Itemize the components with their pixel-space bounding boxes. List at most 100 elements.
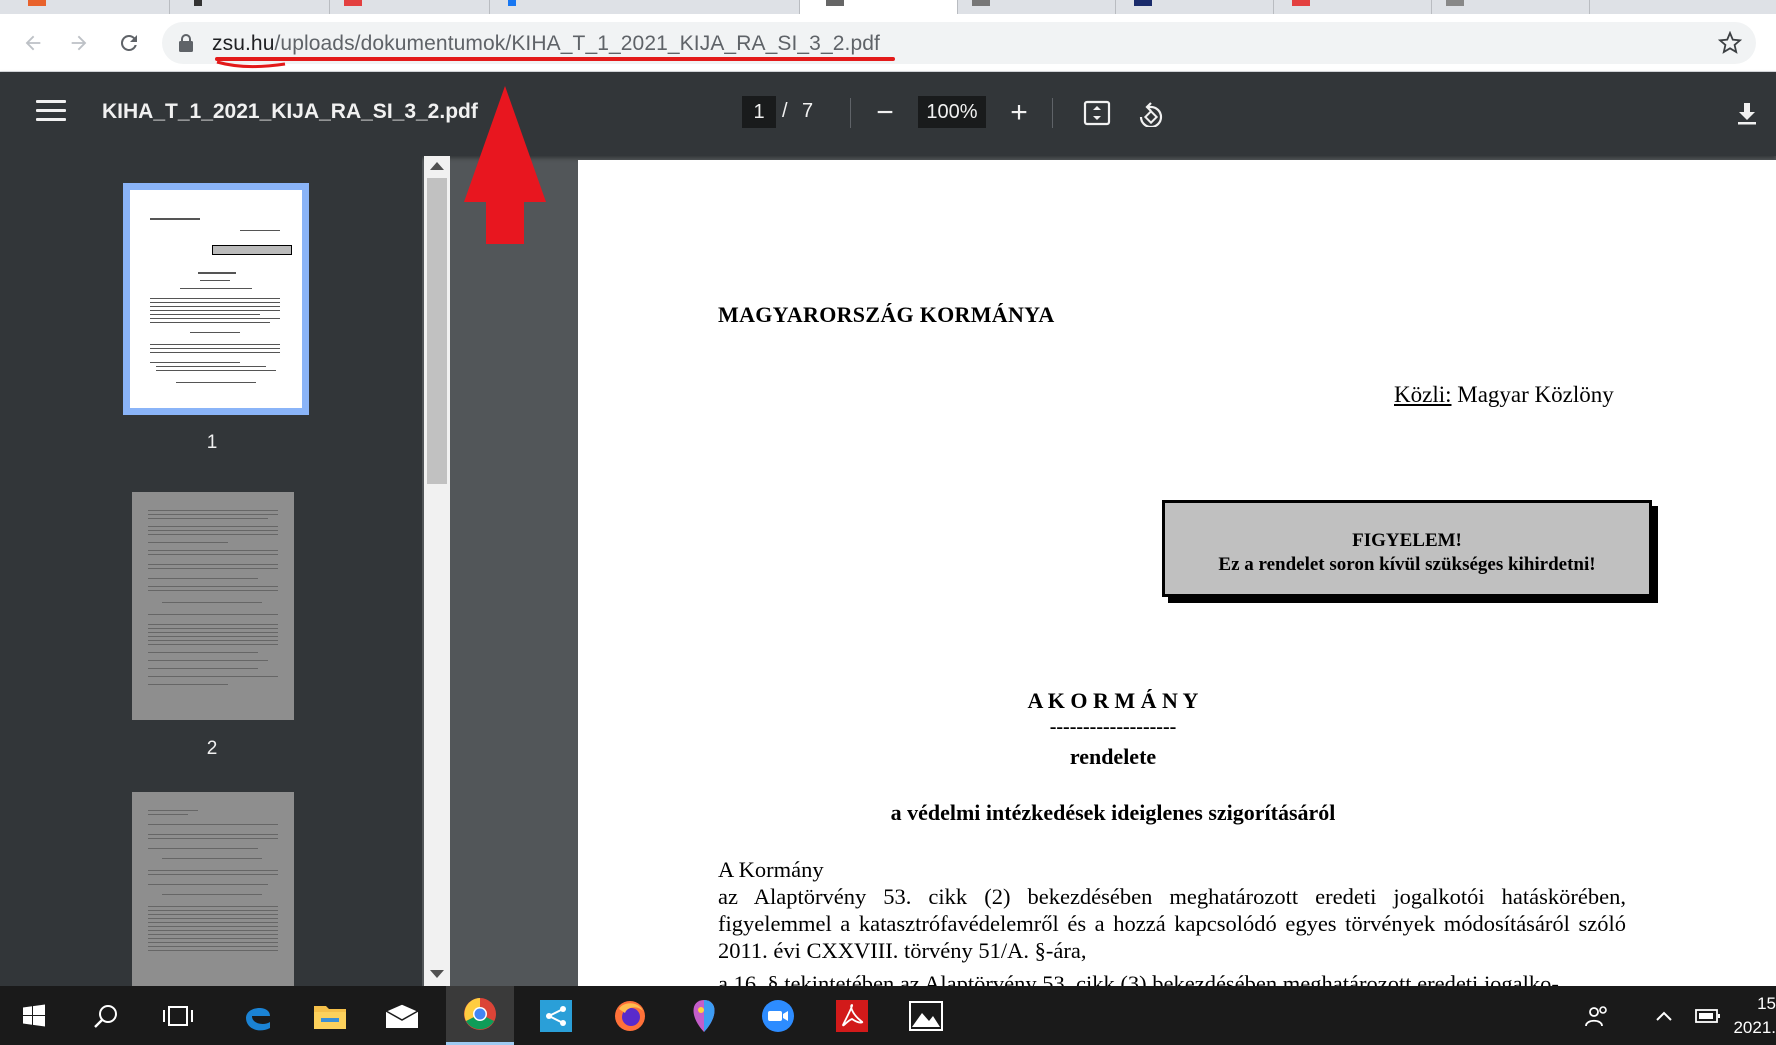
tab-favicon [194, 0, 202, 6]
thumb-text-line [148, 628, 278, 629]
thumbnail-page-1[interactable] [123, 183, 309, 415]
edge-button[interactable] [224, 986, 292, 1045]
pdf-page: MAGYARORSZÁG KORMÁNYA Közli: Magyar Közl… [578, 160, 1776, 990]
thumb-text-line [150, 322, 270, 323]
scrollbar-thumb[interactable] [427, 178, 447, 484]
share-app-button[interactable] [522, 986, 590, 1045]
decree-heading: A K O R M Á N Y [1027, 688, 1199, 713]
browser-tab[interactable] [1432, 0, 1590, 14]
clock-date: 2021. [1733, 1018, 1776, 1037]
decree-divider: ------------------- [1049, 716, 1177, 738]
people-button[interactable] [1576, 986, 1618, 1045]
browser-tab[interactable] [1116, 0, 1274, 14]
browser-tab-active[interactable] [800, 0, 958, 14]
thumb-text-line [148, 554, 278, 555]
scroll-up-arrow-icon[interactable] [430, 162, 444, 170]
tray-expand-button[interactable] [1646, 986, 1682, 1045]
forward-button[interactable] [64, 28, 94, 58]
fit-page-button[interactable] [1080, 96, 1114, 130]
notice-box: FIGYELEM! Ez a rendelet soron kívül szük… [1162, 500, 1652, 597]
tab-favicon [1134, 0, 1152, 6]
thumb-text-line [148, 906, 278, 907]
thumb-text-line [148, 590, 278, 591]
thumb-text-line [148, 874, 278, 875]
thumb-text-line [148, 884, 268, 885]
browser-tab[interactable] [330, 0, 490, 14]
fit-to-page-icon [1083, 100, 1111, 126]
browser-tab[interactable] [170, 0, 330, 14]
reload-button[interactable] [114, 28, 144, 58]
file-explorer-button[interactable] [296, 986, 364, 1045]
thumb-text-line [148, 870, 278, 871]
zoom-app-button[interactable] [744, 986, 812, 1045]
paint-icon [693, 999, 715, 1032]
thumb-text-line [148, 514, 278, 515]
thumb-text-line [150, 318, 280, 319]
tab-favicon [28, 0, 46, 6]
task-view-button[interactable] [144, 986, 212, 1045]
reload-icon [120, 34, 137, 51]
notice-text: Ez a rendelet soron kívül szükséges kihi… [1218, 554, 1596, 575]
thumb-text-line [162, 894, 262, 895]
thumb-text-line [156, 366, 266, 367]
thumb-text-line [148, 586, 278, 587]
browser-tab[interactable] [1274, 0, 1432, 14]
page-number-input[interactable]: 1 [742, 96, 776, 128]
toolbar-divider [1052, 98, 1053, 128]
hamburger-icon [36, 109, 66, 112]
thumb-text-line [148, 910, 278, 911]
clock[interactable]: 15 2021. [1732, 992, 1776, 1040]
url-path: /uploads/dokumentumok/KIHA_T_1_2021_KIJA… [274, 32, 880, 55]
photos-button[interactable] [892, 986, 960, 1045]
thumb-text-line [162, 602, 262, 603]
browser-tab[interactable] [958, 0, 1116, 14]
notice-title: FIGYELEM! [1352, 530, 1462, 551]
paint-button[interactable] [670, 986, 738, 1045]
thumbnail-page-2[interactable] [132, 492, 294, 720]
publisher-line: Közli: Magyar Közlöny [1394, 382, 1614, 408]
thumbnail-page-3[interactable] [132, 792, 294, 986]
acrobat-button[interactable] [818, 986, 886, 1045]
tab-favicon [1292, 0, 1310, 6]
sidebar-scrollbar[interactable] [424, 156, 450, 986]
browser-tab[interactable] [0, 0, 170, 14]
zoom-level-input[interactable]: 100% [918, 96, 986, 128]
taskbar: 15 2021. [0, 986, 1776, 1045]
url-text[interactable]: zsu.hu/uploads/dokumentumok/KIHA_T_1_202… [212, 32, 880, 56]
bookmark-star-icon[interactable] [1718, 31, 1742, 55]
zoom-in-button[interactable]: + [1002, 96, 1036, 130]
thumb-text-line [148, 942, 278, 943]
hamburger-icon [36, 118, 66, 121]
menu-button[interactable] [36, 100, 66, 128]
start-button[interactable] [0, 986, 68, 1045]
thumb-text-line [150, 314, 260, 315]
firefox-button[interactable] [596, 986, 664, 1045]
rotate-button[interactable] [1134, 96, 1168, 130]
tab-favicon [508, 0, 516, 6]
thumb-text-line [148, 668, 258, 669]
mail-button[interactable] [368, 986, 436, 1045]
thumb-text-line [150, 302, 280, 303]
edge-icon [246, 1007, 270, 1030]
thumb-text-line [150, 218, 200, 220]
thumb-text-line [150, 306, 280, 307]
back-button[interactable] [18, 28, 48, 58]
browser-tab[interactable] [490, 0, 800, 14]
chrome-button[interactable] [446, 986, 514, 1045]
scroll-down-arrow-icon[interactable] [430, 970, 444, 978]
zoom-out-button[interactable]: − [868, 96, 902, 130]
thumb-text-line [148, 640, 278, 641]
chevron-up-icon [1656, 1011, 1672, 1021]
thumb-text-line [148, 930, 278, 931]
thumb-text-line [148, 636, 278, 637]
thumb-text-line [148, 922, 278, 923]
battery-button[interactable] [1686, 986, 1730, 1045]
red-scribble-annotation [216, 60, 286, 69]
download-button[interactable] [1730, 96, 1764, 130]
battery-icon [1695, 1008, 1720, 1023]
thumbnail-sidebar: 1 2 [0, 156, 422, 986]
thumb-text-line [148, 834, 278, 835]
thumb-text-line [150, 348, 280, 349]
search-button[interactable] [72, 986, 140, 1045]
toolbar-divider [850, 98, 851, 128]
